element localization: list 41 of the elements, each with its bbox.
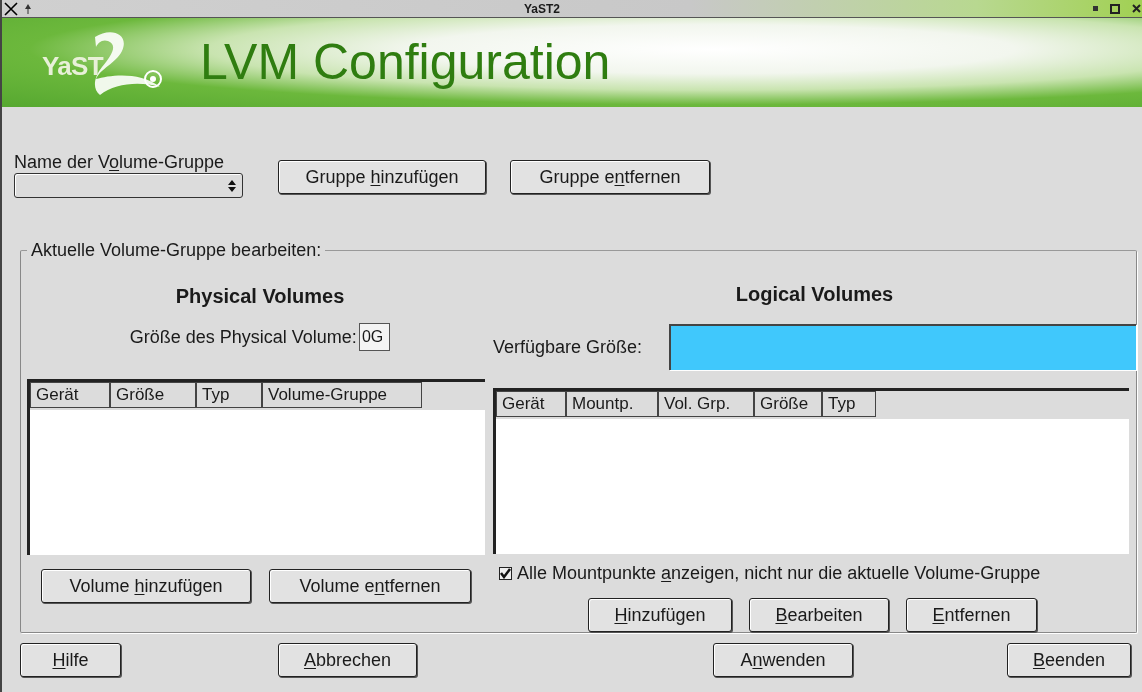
push-button[interactable]: Volume entfernen xyxy=(269,569,471,603)
spin-arrows-icon xyxy=(228,179,236,192)
banner-title: LVM Configuration xyxy=(200,33,611,92)
checkbox-label: Alle Mountpunkte anzeigen, nicht nur die aktuelle Volume-Gruppe xyxy=(517,562,1041,585)
field-label: Name der Volume-Gruppe xyxy=(14,152,226,172)
push-button[interactable]: Volume hinzufügen xyxy=(41,569,251,603)
column-header[interactable]: Gerät xyxy=(496,391,566,417)
push-button[interactable]: Gruppe hinzufügen xyxy=(278,160,486,194)
size-field: 0G xyxy=(358,323,391,351)
push-button[interactable]: Entfernen xyxy=(906,598,1037,632)
push-button[interactable]: Gruppe entfernen xyxy=(510,160,710,194)
available-size-field[interactable] xyxy=(669,324,1136,370)
volume-group-dropdown[interactable] xyxy=(14,173,243,198)
physical-volumes-table[interactable]: Gerät Größe Typ Volume-Gruppe xyxy=(27,379,485,555)
window-title: YaST2 xyxy=(524,0,561,18)
field-label: Verfügbare Größe: xyxy=(493,335,644,359)
push-button[interactable]: Abbrechen xyxy=(278,643,417,677)
column-header[interactable]: Typ xyxy=(822,391,876,417)
logical-volumes-table[interactable]: Gerät Mountp. Vol. Grp. Größe Typ xyxy=(493,388,1129,554)
checkbox[interactable] xyxy=(499,567,512,580)
push-button[interactable]: Hilfe xyxy=(20,643,121,677)
section-heading: Physical Volumes xyxy=(175,284,345,309)
column-header[interactable]: Mountp. xyxy=(566,391,658,417)
push-button[interactable]: Anwenden xyxy=(713,643,853,677)
logo-text: YaST xyxy=(42,49,103,83)
push-button[interactable]: Hinzufügen xyxy=(588,598,732,632)
column-header[interactable]: Größe xyxy=(754,391,822,417)
column-header[interactable]: Größe xyxy=(110,382,196,408)
push-button[interactable]: Beenden xyxy=(1007,643,1131,677)
column-header[interactable]: Volume-Gruppe xyxy=(262,382,422,408)
group-box-legend: Aktuelle Volume-Gruppe bearbeiten: xyxy=(27,240,326,260)
push-button[interactable]: Bearbeiten xyxy=(749,598,889,632)
close-icon[interactable] xyxy=(4,1,18,16)
column-header[interactable]: Typ xyxy=(196,382,262,408)
section-heading: Logical Volumes xyxy=(735,282,894,307)
pin-icon[interactable] xyxy=(24,3,32,14)
column-header[interactable]: Gerät xyxy=(30,382,110,408)
column-header[interactable]: Vol. Grp. xyxy=(658,391,754,417)
maximize-icon[interactable] xyxy=(1110,3,1120,14)
field-label: Größe des Physical Volume: xyxy=(129,325,357,349)
close-icon[interactable] xyxy=(1132,4,1141,13)
